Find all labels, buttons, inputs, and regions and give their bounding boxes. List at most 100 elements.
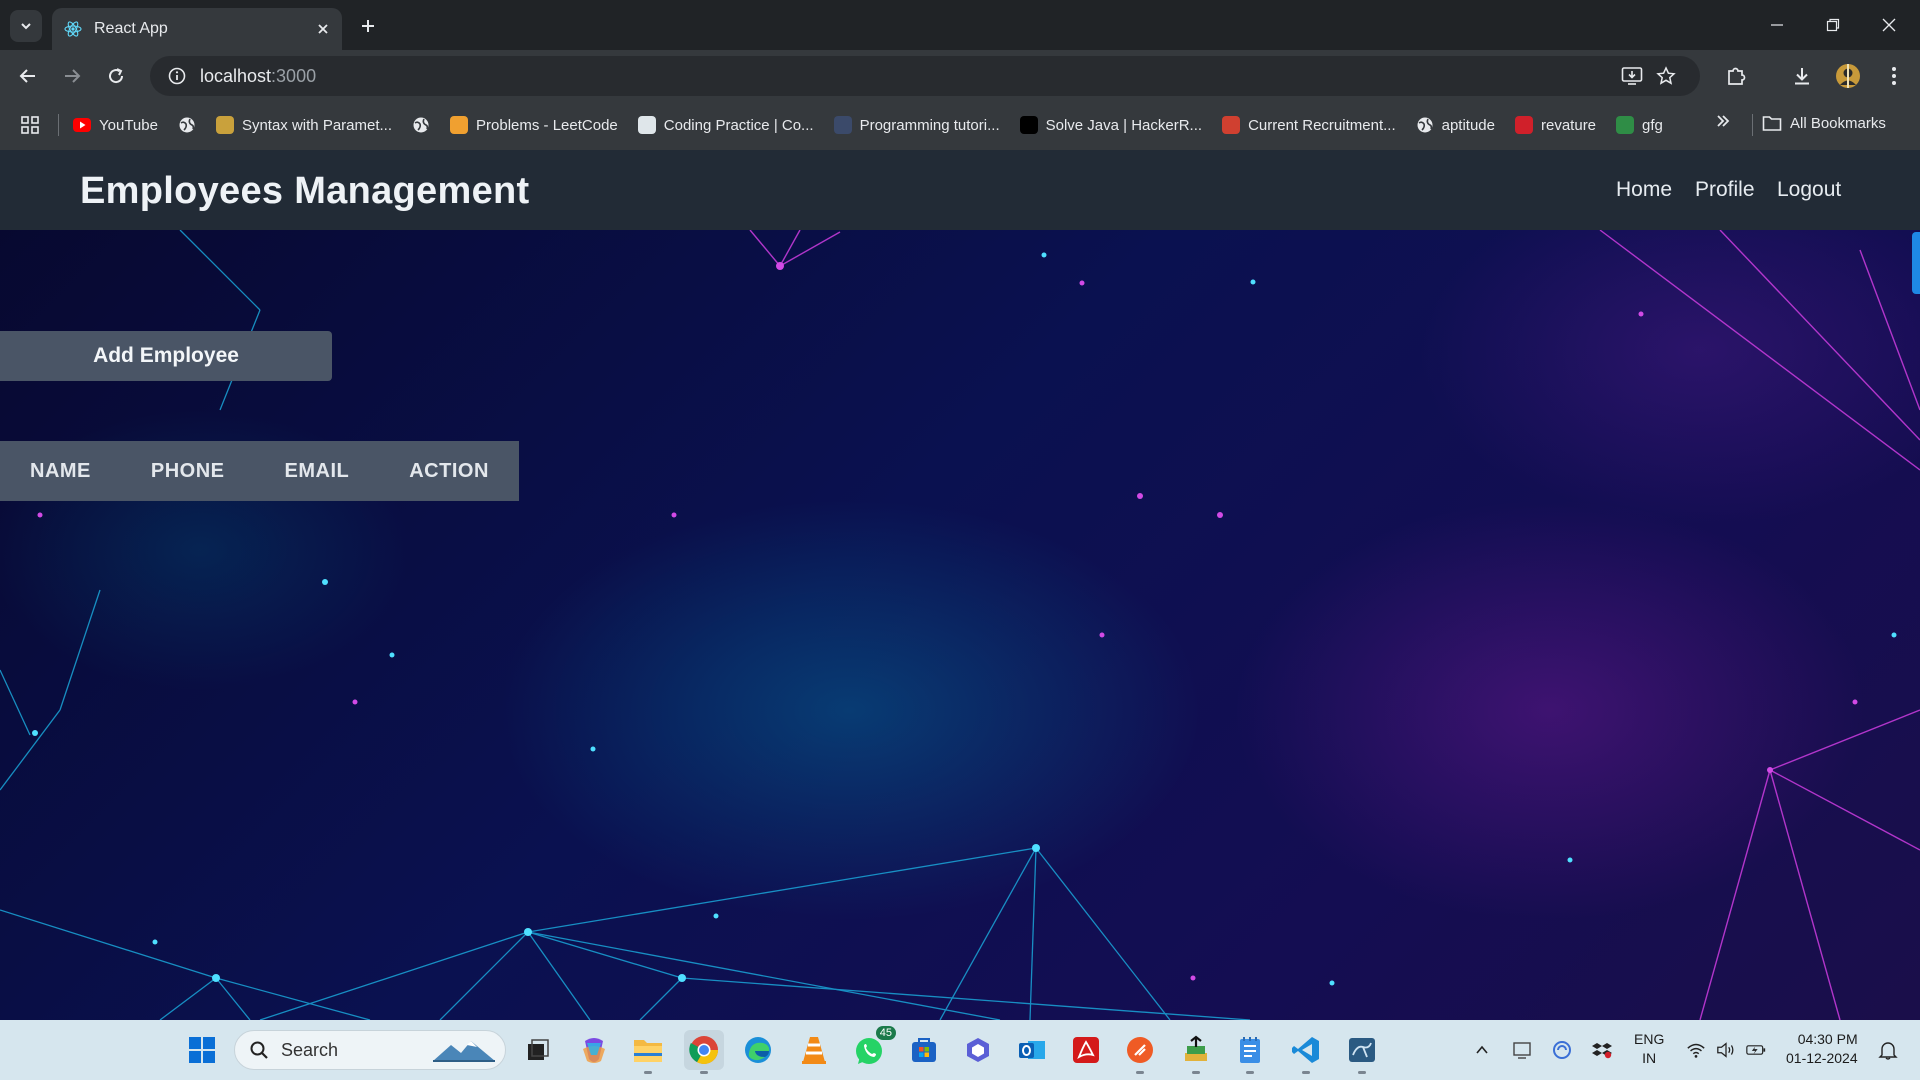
bookmark-item[interactable]: Current Recruitment... [1222, 116, 1396, 134]
nav-logout-link[interactable]: Logout [1777, 178, 1841, 202]
taskbar-ms-store[interactable] [904, 1030, 944, 1070]
star-icon [1656, 66, 1676, 85]
close-tab-icon[interactable] [316, 22, 330, 36]
forward-button[interactable] [56, 60, 88, 92]
notepad-icon [1240, 1037, 1260, 1063]
arrow-right-icon [65, 69, 81, 83]
taskbar-postman[interactable] [1120, 1030, 1160, 1074]
task-view-button[interactable] [518, 1030, 558, 1070]
address-bar[interactable]: localhost:3000 [150, 56, 1700, 96]
tray-battery-icon[interactable] [1746, 1040, 1766, 1060]
bookmark-star-button[interactable] [1654, 64, 1678, 88]
taskbar-vscode[interactable] [1286, 1030, 1326, 1074]
tray-dropbox-icon[interactable] [1592, 1040, 1612, 1060]
apps-grid-icon[interactable] [20, 115, 40, 135]
taskbar-notepad[interactable] [1230, 1030, 1270, 1074]
close-window-button[interactable] [1866, 8, 1912, 42]
taskbar-search-box[interactable]: Search [234, 1030, 506, 1070]
nav-profile-link[interactable]: Profile [1695, 178, 1755, 202]
all-bookmarks-button[interactable]: All Bookmarks [1762, 114, 1886, 132]
taskbar-mysql-workbench[interactable] [1342, 1030, 1382, 1074]
bookmarks-overflow-button[interactable] [1715, 112, 1731, 135]
bookmark-item[interactable]: Coding Practice | Co... [637, 116, 814, 134]
edge-icon [745, 1037, 771, 1063]
taskbar-vlc[interactable] [794, 1030, 834, 1070]
bookmark-label: revature [1541, 116, 1597, 134]
restore-button[interactable] [1810, 8, 1856, 42]
taskbar-git-tool[interactable] [1176, 1030, 1216, 1074]
language-indicator[interactable]: ENG IN [1634, 1030, 1664, 1068]
close-icon [1882, 18, 1896, 32]
language-secondary: IN [1642, 1050, 1657, 1066]
tray-wifi-icon[interactable] [1686, 1040, 1706, 1060]
nav-home-link[interactable]: Home [1616, 178, 1672, 202]
clock[interactable]: 04:30 PM 01-12-2024 [1786, 1030, 1858, 1068]
bookmark-item[interactable] [412, 116, 430, 134]
add-employee-button[interactable]: Add Employee [0, 331, 332, 381]
extensions-button[interactable] [1720, 60, 1752, 92]
browser-tab-bar: React App [0, 0, 1920, 50]
taskbar-chrome[interactable] [684, 1030, 724, 1074]
bookmark-label: aptitude [1441, 116, 1495, 134]
taskbar-copilot[interactable] [574, 1030, 614, 1070]
tray-sync-icon[interactable] [1552, 1040, 1572, 1060]
taskbar-outlook[interactable] [1012, 1030, 1052, 1070]
stack-icon [1185, 1035, 1207, 1061]
scroll-indicator[interactable] [1912, 232, 1920, 294]
install-app-button[interactable] [1620, 64, 1644, 88]
bookmark-item[interactable]: Problems - LeetCode [450, 116, 618, 134]
tray-volume-icon[interactable] [1716, 1040, 1736, 1060]
bookmark-item[interactable]: aptitude [1416, 116, 1495, 134]
taskbar-edge[interactable] [738, 1030, 778, 1070]
wifi-icon [1687, 1043, 1705, 1058]
brand-title[interactable]: Employees Management [80, 170, 529, 213]
bookmark-item[interactable]: Solve Java | HackerR... [1019, 116, 1202, 134]
pdf-icon [1073, 1037, 1099, 1063]
start-button[interactable] [182, 1030, 222, 1070]
notifications-button[interactable] [1878, 1040, 1898, 1060]
tray-show-hidden-button[interactable] [1472, 1040, 1492, 1060]
m365-icon [967, 1038, 989, 1062]
bookmarks-bar: YouTube Syntax with Paramet... Problems - … [0, 100, 1920, 150]
screen-cast-icon [1513, 1042, 1531, 1059]
back-button[interactable] [12, 60, 44, 92]
reload-button[interactable] [100, 60, 132, 92]
app-viewport: Employees Management Home Profile Logout… [0, 150, 1920, 1020]
bookmark-item[interactable]: YouTube [73, 116, 158, 134]
syntax-icon [215, 116, 234, 134]
bookmarks-separator [58, 114, 59, 136]
bookmark-item[interactable]: Syntax with Paramet... [215, 116, 392, 134]
plus-icon [362, 20, 374, 32]
folder-icon [1762, 116, 1782, 131]
hackerrank-icon [1019, 116, 1038, 134]
downloads-button[interactable] [1786, 60, 1818, 92]
minimize-button[interactable] [1754, 8, 1800, 42]
install-icon [1621, 67, 1643, 85]
browser-menu-button[interactable] [1878, 60, 1910, 92]
taskbar-m365-copilot[interactable] [958, 1030, 998, 1070]
browser-tab-active[interactable]: React App [52, 8, 342, 50]
taskbar-file-explorer[interactable] [628, 1030, 668, 1074]
tuf-icon [1515, 116, 1533, 134]
bookmark-item[interactable]: revature [1515, 116, 1596, 134]
react-icon [64, 21, 82, 37]
bookmark-item[interactable] [178, 116, 196, 134]
tab-search-button[interactable] [10, 10, 42, 42]
download-icon [1795, 68, 1809, 85]
url-host: localhost [200, 65, 272, 86]
profile-button[interactable] [1832, 60, 1864, 92]
site-info-icon[interactable] [168, 67, 186, 85]
folder-icon [634, 1040, 662, 1062]
employee-table: NAME PHONE EMAIL ACTION [0, 441, 519, 501]
bookmark-label: Programming tutori... [859, 116, 1000, 134]
bookmark-item[interactable]: Programming tutori... [833, 116, 1000, 134]
bookmarks-separator [1752, 114, 1753, 136]
taskbar-whatsapp[interactable]: 45 [850, 1026, 896, 1070]
taskbar-acrobat[interactable] [1066, 1030, 1106, 1070]
dropbox-icon [1592, 1043, 1612, 1059]
tray-cast-icon[interactable] [1512, 1040, 1532, 1060]
bookmark-item[interactable]: gfg [1616, 116, 1663, 134]
mysql-workbench-icon [1349, 1038, 1375, 1062]
notification-badge: 45 [875, 1026, 896, 1040]
new-tab-button[interactable] [352, 10, 384, 42]
